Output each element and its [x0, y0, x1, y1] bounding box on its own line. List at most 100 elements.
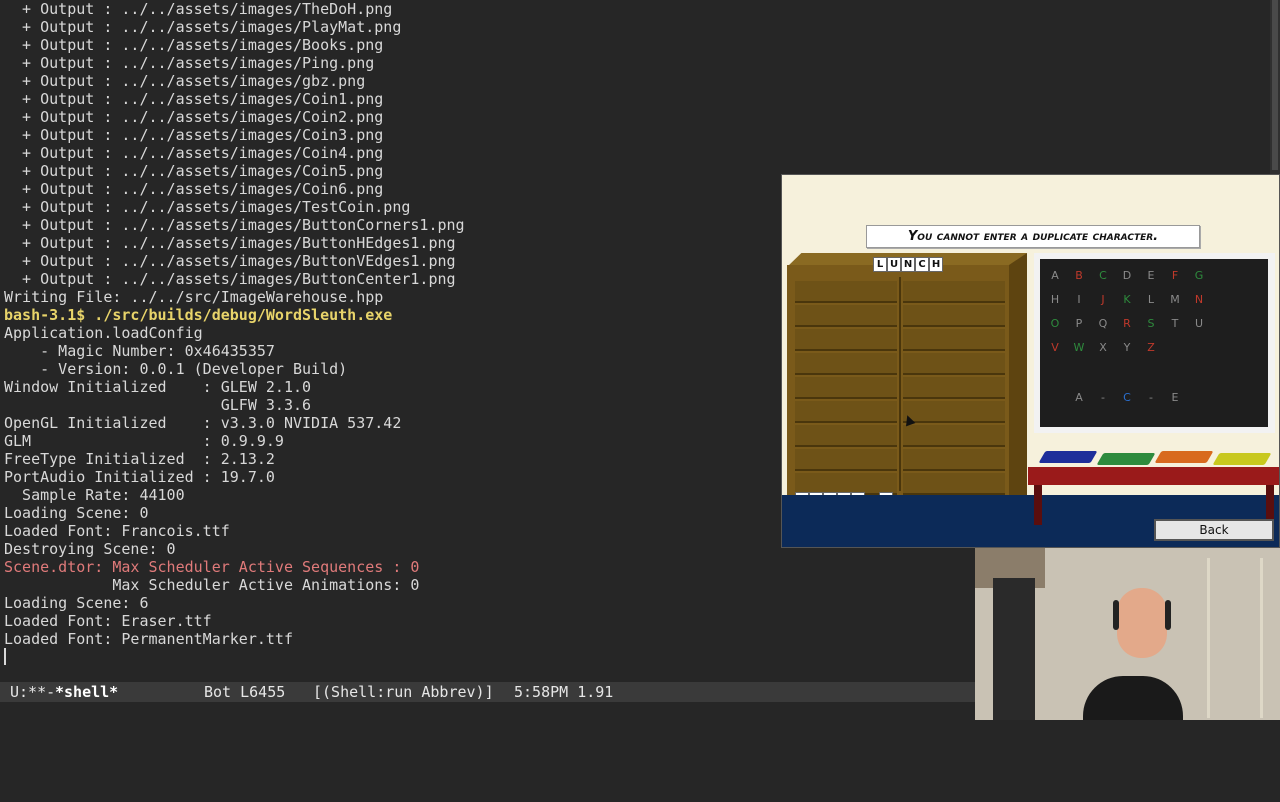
shelf-slot: [903, 473, 1005, 495]
shelf-slot: [795, 377, 897, 399]
alphabet-letter[interactable]: A: [1048, 269, 1062, 282]
modeline-mode[interactable]: [(Shell:run Abbrev)]: [313, 682, 494, 702]
terminal-line: GLM : 0.9.9.9: [4, 432, 284, 450]
alphabet-letter[interactable]: G: [1192, 269, 1206, 282]
terminal-line: + Output : ../../assets/images/Books.png: [4, 36, 384, 54]
terminal-line: - Magic Number: 0x46435357: [4, 342, 275, 360]
alphabet-letter[interactable]: Y: [1120, 341, 1134, 354]
word-pattern-letter: A: [1075, 391, 1083, 404]
shelf-slot: [795, 353, 897, 375]
terminal-line: Scene.dtor: Max Scheduler Active Sequenc…: [4, 558, 420, 576]
alphabet-letter[interactable]: S: [1144, 317, 1158, 330]
book[interactable]: [1212, 453, 1272, 465]
duplicate-character-message: You cannot enter a duplicate character.: [866, 225, 1200, 248]
alphabet-letter[interactable]: T: [1168, 317, 1182, 330]
book[interactable]: [1154, 451, 1214, 463]
desk-top: [1028, 467, 1279, 485]
alphabet-letter[interactable]: F: [1168, 269, 1182, 282]
terminal-line: + Output : ../../assets/images/Coin2.png: [4, 108, 384, 126]
webcam-cabinet: [993, 578, 1035, 720]
modeline-buffer-name[interactable]: *shell*: [55, 682, 118, 702]
game-window[interactable]: You cannot enter a duplicate character. …: [781, 174, 1280, 548]
guess-letter-tile: N: [901, 257, 915, 272]
shelf-slot: [795, 401, 897, 423]
alphabet-letter[interactable]: X: [1096, 341, 1110, 354]
shelf-slot: [903, 425, 1005, 447]
terminal-line: + Output : ../../assets/images/Ping.png: [4, 54, 375, 72]
alphabet-letter[interactable]: P: [1072, 317, 1086, 330]
terminal-line: + Output : ../../assets/images/PlayMat.p…: [4, 18, 402, 36]
terminal-line: + Output : ../../assets/images/gbz.png: [4, 72, 366, 90]
shelf-divider: [899, 277, 901, 491]
headphones-icon: [1113, 600, 1119, 630]
terminal-line: + Output : ../../assets/images/Coin5.png: [4, 162, 384, 180]
webcam-skeleton: [1207, 558, 1263, 718]
shelf-slot: [903, 305, 1005, 327]
alphabet-letter[interactable]: E: [1144, 269, 1158, 282]
webcam-person-body: [1083, 676, 1183, 720]
book[interactable]: [1096, 453, 1156, 465]
modeline-position: Bot L6455: [204, 683, 286, 701]
modeline-status: U:**-: [10, 683, 56, 701]
shelf-slot: [903, 377, 1005, 399]
terminal-line: + Output : ../../assets/images/ButtonCen…: [4, 270, 456, 288]
shelf-slot: [795, 281, 897, 303]
alphabet-letter[interactable]: R: [1120, 317, 1134, 330]
shelf-slot: [795, 449, 897, 471]
alphabet-letter[interactable]: B: [1072, 269, 1086, 282]
terminal-line: OpenGL Initialized : v3.3.0 NVIDIA 537.4…: [4, 414, 402, 432]
alphabet-letter[interactable]: K: [1120, 293, 1134, 306]
shelf-slot: [903, 449, 1005, 471]
alphabet-letter[interactable]: H: [1048, 293, 1062, 306]
alphabet-letter[interactable]: U: [1192, 317, 1206, 330]
terminal-line: + Output : ../../assets/images/Coin6.png: [4, 180, 384, 198]
terminal-line: GLFW 3.3.6: [4, 396, 312, 414]
chalkboard-surface: ABCDEFGHIJKLMNOPQRSTUVWXYZA-C-E: [1040, 259, 1268, 427]
desk-leg-left: [1034, 485, 1042, 525]
shelf-slot: [795, 425, 897, 447]
terminal-line: Writing File: ../../src/ImageWarehouse.h…: [4, 288, 384, 306]
shelf-slot: [903, 281, 1005, 303]
terminal-line: PortAudio Initialized : 19.7.0: [4, 468, 275, 486]
terminal-line: + Output : ../../assets/images/TestCoin.…: [4, 198, 411, 216]
alphabet-letter[interactable]: D: [1120, 269, 1134, 282]
terminal-line: + Output : ../../assets/images/ButtonVEd…: [4, 252, 456, 270]
shelf-slot: [795, 305, 897, 327]
book[interactable]: [1038, 451, 1098, 463]
word-pattern-letter: E: [1171, 391, 1179, 404]
alphabet-letter[interactable]: Z: [1144, 341, 1158, 354]
webcam-person-face: [1117, 588, 1167, 658]
shelf-slot: [903, 329, 1005, 351]
headphones-icon-right: [1165, 600, 1171, 630]
terminal-line: + Output : ../../assets/images/ButtonCor…: [4, 216, 465, 234]
chalkboard: ABCDEFGHIJKLMNOPQRSTUVWXYZA-C-E: [1034, 253, 1275, 433]
alphabet-letter[interactable]: W: [1072, 341, 1086, 354]
word-pattern-letter: -: [1149, 391, 1153, 404]
shelf-slot: [903, 401, 1005, 423]
terminal-line: FreeType Initialized : 2.13.2: [4, 450, 275, 468]
terminal-line: + Output : ../../assets/images/ButtonHEd…: [4, 234, 456, 252]
terminal-line: + Output : ../../assets/images/Coin4.png: [4, 144, 384, 162]
bookshelf: [787, 253, 1027, 517]
terminal-line: Max Scheduler Active Animations: 0: [4, 576, 420, 594]
back-button[interactable]: Back: [1154, 519, 1274, 541]
terminal-line: Loaded Font: Eraser.ttf: [4, 612, 212, 630]
scrollbar-thumb[interactable]: [1272, 0, 1278, 170]
terminal-line: Loaded Font: Francois.ttf: [4, 522, 230, 540]
terminal-line: Loaded Font: PermanentMarker.ttf: [4, 630, 293, 648]
guess-letter-tile: L: [873, 257, 887, 272]
alphabet-letter[interactable]: L: [1144, 293, 1158, 306]
alphabet-letter[interactable]: J: [1096, 293, 1110, 306]
alphabet-letter[interactable]: M: [1168, 293, 1182, 306]
alphabet-letter[interactable]: Q: [1096, 317, 1110, 330]
word-pattern-letter: -: [1101, 391, 1105, 404]
alphabet-letter[interactable]: O: [1048, 317, 1062, 330]
alphabet-letter[interactable]: I: [1072, 293, 1086, 306]
modeline-time: 5:58PM 1.91: [514, 683, 614, 701]
alphabet-letter[interactable]: N: [1192, 293, 1206, 306]
terminal-line: Loading Scene: 6: [4, 594, 149, 612]
terminal-line: bash-3.1$ ./src/builds/debug/WordSleuth.…: [4, 306, 393, 324]
alphabet-letter[interactable]: V: [1048, 341, 1062, 354]
text-cursor: [4, 648, 6, 665]
alphabet-letter[interactable]: C: [1096, 269, 1110, 282]
